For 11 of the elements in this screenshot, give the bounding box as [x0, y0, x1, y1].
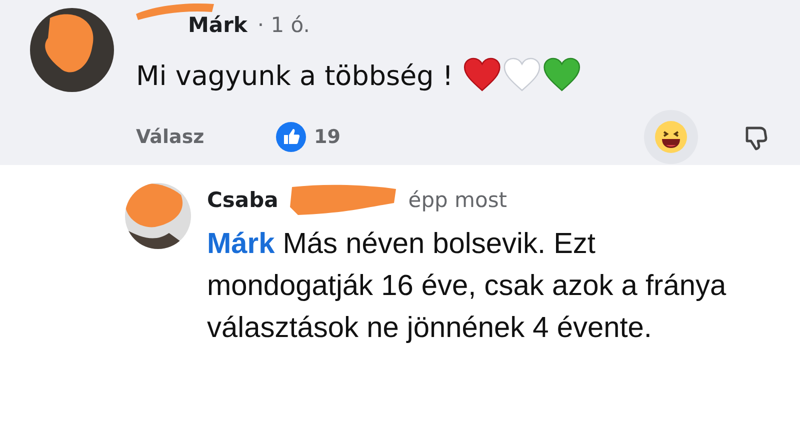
thumbs-up-icon [276, 122, 306, 152]
like-count: 19 [314, 126, 342, 148]
comment-text: Mi vagyunk a többség ! [136, 60, 454, 92]
reply-text: Márk Más néven bolsevik. Ezt mondogatják 16 éve, csak azok a fránya választások ne jönnének 4 évente. [207, 227, 728, 346]
author-name[interactable]: Márk [188, 13, 248, 37]
mention-link[interactable]: Márk [207, 228, 275, 260]
reply-time: épp most [408, 188, 508, 212]
reply-button[interactable]: Válasz [136, 126, 276, 148]
laughing-emoji-icon [654, 120, 688, 154]
comment-time: · 1 ó. [257, 13, 310, 37]
author-name[interactable]: Csaba [207, 188, 278, 212]
